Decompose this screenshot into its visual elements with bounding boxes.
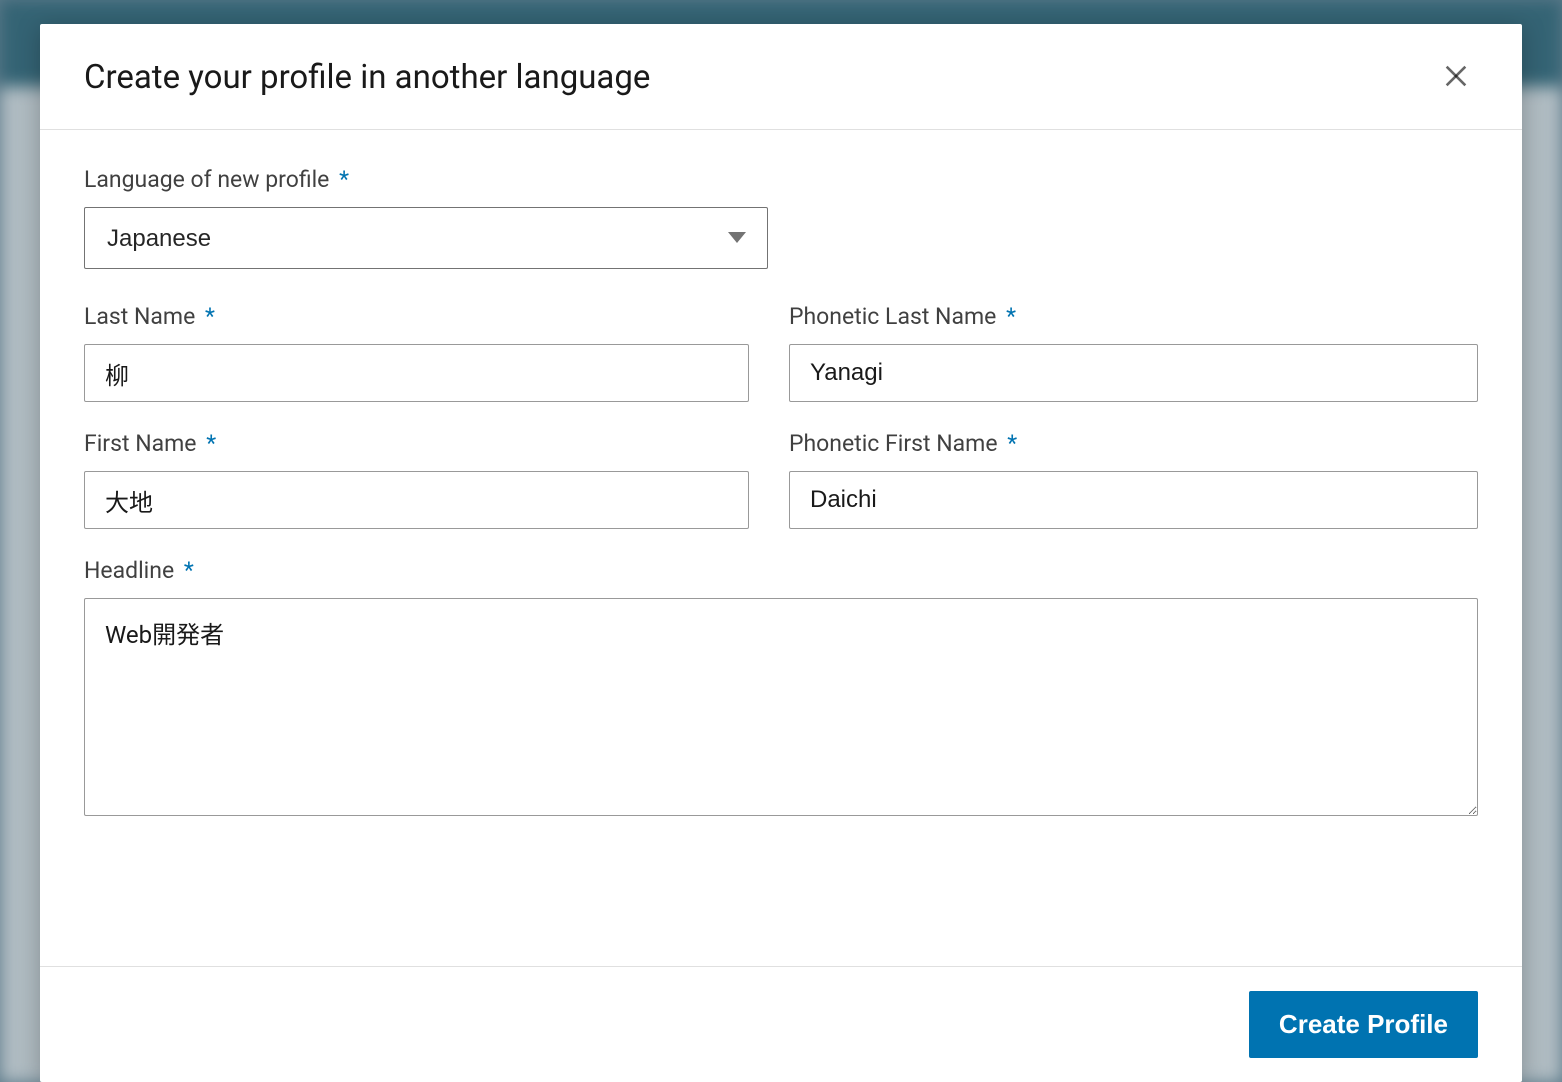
- last-name-label-text: Last Name: [84, 303, 195, 330]
- modal-body: Language of new profile * Japanese Last …: [40, 130, 1522, 966]
- phonetic-first-name-col: Phonetic First Name *: [789, 430, 1478, 529]
- phonetic-first-name-label-text: Phonetic First Name: [789, 430, 998, 457]
- first-name-row: First Name * Phonetic First Name *: [84, 430, 1478, 529]
- create-profile-modal: Create your profile in another language …: [40, 24, 1522, 1082]
- headline-label: Headline *: [84, 557, 1478, 584]
- language-label: Language of new profile *: [84, 166, 1478, 193]
- last-name-label: Last Name *: [84, 303, 749, 330]
- modal-title: Create your profile in another language: [84, 58, 650, 97]
- modal-footer: Create Profile: [40, 966, 1522, 1082]
- modal-header: Create your profile in another language: [40, 24, 1522, 130]
- language-select[interactable]: Japanese: [84, 207, 768, 269]
- headline-group: Headline *: [84, 557, 1478, 820]
- required-star: *: [184, 557, 194, 584]
- language-label-text: Language of new profile: [84, 166, 329, 193]
- required-star: *: [206, 430, 216, 457]
- close-button[interactable]: [1434, 54, 1478, 101]
- required-star: *: [1006, 303, 1016, 330]
- first-name-col: First Name *: [84, 430, 749, 529]
- phonetic-first-name-label: Phonetic First Name *: [789, 430, 1478, 457]
- last-name-row: Last Name * Phonetic Last Name *: [84, 303, 1478, 402]
- phonetic-last-name-label: Phonetic Last Name *: [789, 303, 1478, 330]
- language-select-wrap: Japanese: [84, 207, 768, 269]
- first-name-label-text: First Name: [84, 430, 196, 457]
- required-star: *: [339, 166, 349, 193]
- last-name-input[interactable]: [84, 344, 749, 402]
- phonetic-last-name-input[interactable]: [789, 344, 1478, 402]
- headline-textarea[interactable]: [84, 598, 1478, 816]
- first-name-label: First Name *: [84, 430, 749, 457]
- phonetic-first-name-input[interactable]: [789, 471, 1478, 529]
- create-profile-button[interactable]: Create Profile: [1249, 991, 1478, 1058]
- last-name-col: Last Name *: [84, 303, 749, 402]
- required-star: *: [205, 303, 215, 330]
- phonetic-last-name-col: Phonetic Last Name *: [789, 303, 1478, 402]
- close-icon: [1442, 62, 1470, 93]
- first-name-input[interactable]: [84, 471, 749, 529]
- headline-label-text: Headline: [84, 557, 174, 584]
- phonetic-last-name-label-text: Phonetic Last Name: [789, 303, 996, 330]
- required-star: *: [1007, 430, 1017, 457]
